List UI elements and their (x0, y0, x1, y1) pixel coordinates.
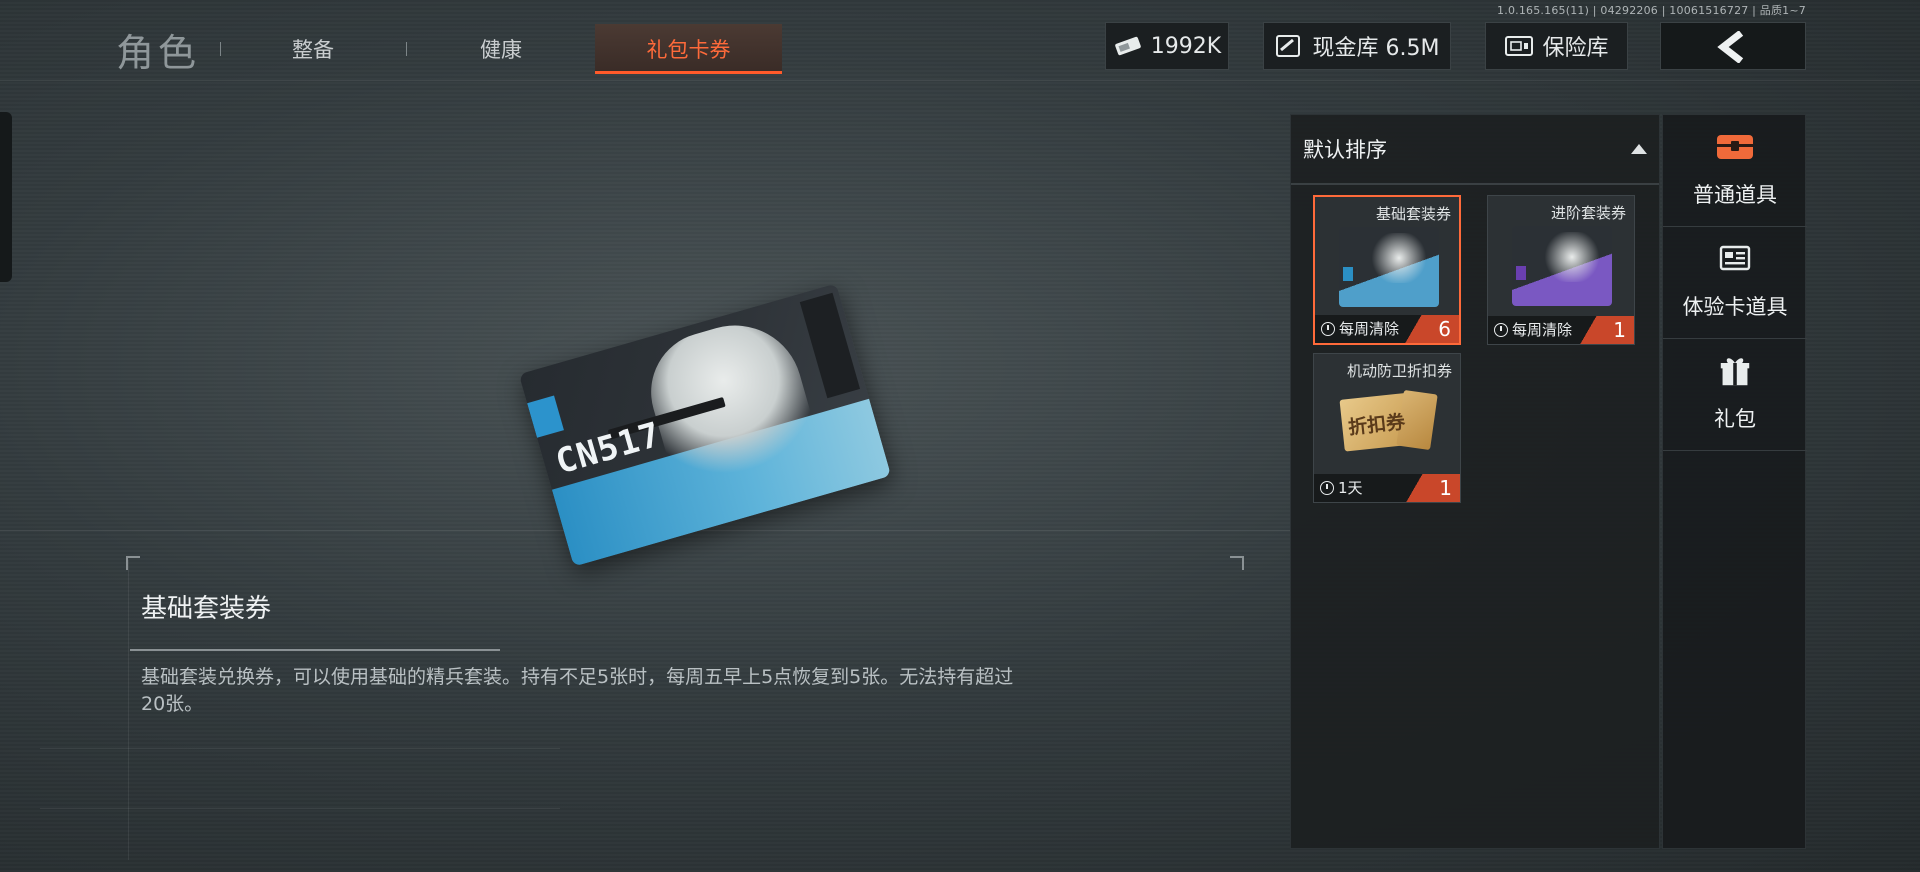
ticket-currency[interactable]: 1992K (1105, 22, 1229, 70)
card-icon (1719, 245, 1751, 271)
ticket-icon (1113, 34, 1143, 58)
sort-dropdown[interactable]: 默认排序 (1291, 115, 1659, 185)
tab-health[interactable]: 健康 (436, 24, 566, 74)
item-timer: 1天 (1320, 477, 1363, 498)
back-arrow-icon (1717, 31, 1744, 63)
category-gift-packs[interactable]: 礼包 (1663, 339, 1807, 451)
cash-vault-label: 现金库 6.5M (1312, 36, 1440, 61)
item-count: 1 (1578, 316, 1634, 344)
tab-separator (406, 42, 407, 56)
item-count: 1 (1404, 474, 1460, 502)
safe-button[interactable]: 保险库 (1485, 22, 1628, 70)
item-thumbnail (1339, 227, 1439, 307)
item-slot-discount-coupon[interactable]: 机动防卫折扣券 折扣券 1天 1 (1313, 353, 1461, 503)
sort-label: 默认排序 (1303, 138, 1387, 162)
left-edge-handle[interactable] (0, 112, 12, 282)
tab-gift-coupons[interactable]: 礼包卡券 (595, 24, 782, 74)
item-slot-advanced-coupon[interactable]: 进阶套装券 每周清除 1 (1487, 195, 1635, 345)
back-button[interactable] (1660, 22, 1806, 70)
category-sidebar: 普通道具 体验卡道具 礼包 (1662, 114, 1807, 849)
divider (40, 808, 560, 809)
top-bar: 1.0.165.165(11) | 04292206 | 10061516727… (0, 0, 1920, 80)
divider (40, 748, 560, 749)
inventory-panel: 默认排序 基础套装券 每周清除 6 进阶套装券 每周清除 1 机动防卫折扣券 折… (1290, 114, 1660, 849)
clock-icon (1321, 321, 1335, 336)
corner-bracket (1230, 556, 1244, 570)
category-trial-card-items[interactable]: 体验卡道具 (1663, 227, 1807, 339)
title-underline (130, 649, 500, 651)
corner-bracket (126, 556, 140, 570)
card-side-panel (799, 292, 861, 399)
item-slot-basic-coupon[interactable]: 基础套装券 每周清除 6 (1313, 195, 1461, 345)
category-label: 普通道具 (1693, 183, 1777, 207)
cash-vault-button[interactable]: 现金库 6.5M (1263, 22, 1451, 70)
cash-icon (1275, 34, 1305, 58)
item-thumbnail: 折扣券 (1338, 384, 1438, 464)
divider (0, 80, 1920, 81)
item-name: 进阶套装券 (1550, 204, 1626, 222)
gift-icon (1720, 358, 1750, 386)
item-count: 6 (1403, 315, 1459, 343)
version-text: 1.0.165.165(11) | 04292206 | 10061516727… (1497, 4, 1806, 17)
tab-equipment[interactable]: 整备 (248, 24, 378, 74)
item-name: 机动防卫折扣券 (1346, 362, 1452, 380)
category-label: 体验卡道具 (1682, 295, 1788, 319)
card-tag (527, 395, 564, 438)
item-timer: 每周清除 (1321, 318, 1399, 339)
category-label: 礼包 (1714, 407, 1756, 431)
ticket-amount: 1992K (1150, 33, 1222, 59)
item-description: 基础套装兑换券，可以使用基础的精兵套装。持有不足5张时，每周五早上5点恢复到5张… (141, 666, 1014, 715)
tab-separator (220, 42, 221, 56)
item-title: 基础套装券 (141, 594, 272, 624)
safe-icon (1504, 34, 1534, 58)
item-preview: CN517 (518, 283, 892, 567)
coupon-card-image: CN517 (518, 283, 892, 567)
category-normal-items[interactable]: 普通道具 (1663, 115, 1807, 227)
divider (128, 560, 129, 860)
clock-icon (1494, 322, 1508, 337)
chevron-up-icon (1631, 144, 1647, 154)
chest-icon (1717, 135, 1753, 159)
item-thumbnail (1512, 226, 1612, 306)
item-name: 基础套装券 (1375, 205, 1451, 223)
page-title: 角色 (116, 31, 201, 75)
safe-label: 保险库 (1542, 36, 1609, 61)
clock-icon (1320, 480, 1334, 495)
item-timer: 每周清除 (1494, 319, 1572, 340)
